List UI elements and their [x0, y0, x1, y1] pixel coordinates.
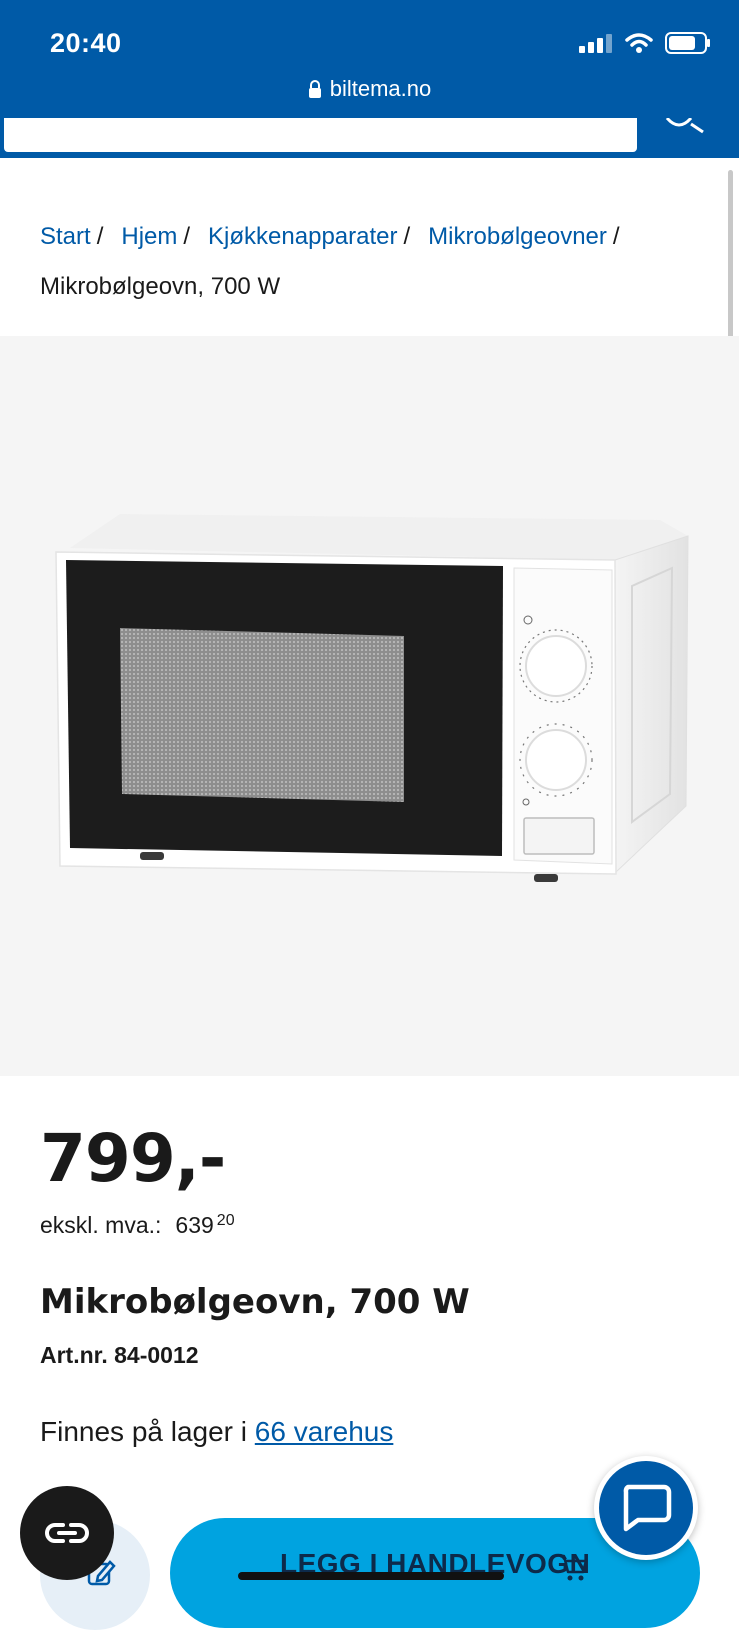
stock-info: Finnes på lager i 66 varehus: [40, 1416, 393, 1448]
breadcrumb-separator: /: [403, 223, 411, 250]
wifi-icon: [625, 33, 653, 53]
ex-vat-cents: 20: [216, 1212, 235, 1229]
cart-icon: [560, 1554, 588, 1581]
chat-icon: [623, 1484, 672, 1532]
home-indicator: [238, 1572, 504, 1580]
status-icons: [579, 32, 711, 54]
microwave-image: [55, 514, 689, 882]
breadcrumb-kjokkenapparater[interactable]: Kjøkkenapparater: [208, 223, 397, 250]
battery-icon: [665, 32, 710, 54]
ex-vat-label: ekskl. mva.:: [40, 1212, 162, 1238]
chat-button[interactable]: [594, 1456, 698, 1560]
store-availability-link[interactable]: 66 varehus: [255, 1416, 394, 1447]
compare-button[interactable]: [20, 1486, 114, 1580]
search-bar: [0, 118, 739, 158]
signal-icon: [579, 34, 612, 53]
product-title: Mikrobølgeovn, 700 W: [40, 1282, 470, 1322]
breadcrumb-start[interactable]: Start: [40, 223, 91, 250]
search-icon: [665, 118, 704, 134]
url-bar[interactable]: biltema.no: [0, 76, 739, 102]
price-ex-vat: ekskl. mva.: 639 20: [40, 1212, 235, 1239]
breadcrumb-separator: /: [612, 223, 620, 250]
breadcrumb-mikrobolgeovner[interactable]: Mikrobølgeovner: [428, 223, 607, 250]
status-time: 20:40: [50, 28, 122, 58]
search-button[interactable]: [639, 118, 739, 158]
lock-icon: [308, 80, 321, 98]
product-image[interactable]: [0, 336, 739, 1076]
breadcrumb: Start / Hjem / Kjøkkenapparater / Mikrobølgeov…: [40, 212, 720, 312]
article-number: Art.nr. 84-0012: [40, 1342, 199, 1368]
breadcrumb-hjem[interactable]: Hjem: [121, 223, 177, 250]
breadcrumb-current: Mikrobølgeovn, 700 W: [40, 273, 281, 300]
top-bar: 20:40 biltema.no: [0, 0, 739, 120]
stock-prefix: Finnes på lager i: [40, 1416, 248, 1447]
breadcrumb-separator: /: [96, 223, 104, 250]
url-text: biltema.no: [329, 76, 432, 101]
breadcrumb-separator: /: [183, 223, 191, 250]
search-input[interactable]: [2, 118, 639, 154]
compare-icon: [45, 1523, 89, 1543]
ex-vat-amount: 639: [175, 1212, 214, 1238]
product-price: 799,-: [40, 1120, 226, 1197]
chat-button-inner: [599, 1461, 693, 1555]
